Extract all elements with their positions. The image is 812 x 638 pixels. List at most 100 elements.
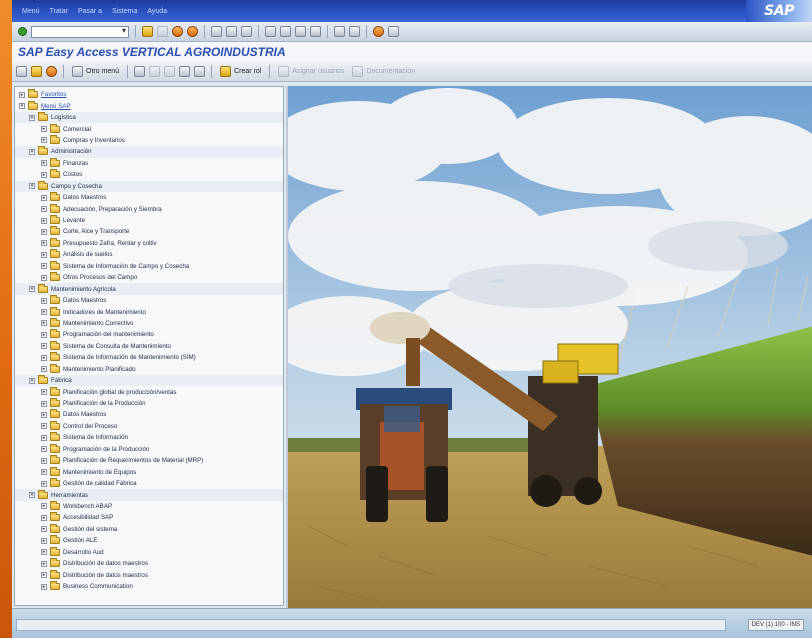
new-session-icon[interactable] — [334, 26, 345, 37]
tree-node-item[interactable]: ▸ Levante — [15, 215, 283, 226]
tree-node-item[interactable]: ▸ Planificación global de producción/vent… — [15, 386, 283, 397]
expand-toggle-icon[interactable]: ▸ — [41, 240, 47, 247]
tree-node-item[interactable]: ▸ Sistema de Información de Campo y Cosec… — [15, 260, 283, 272]
tree-node-item[interactable]: ▸ Distribución de datos maestros — [15, 569, 283, 580]
tree-node-item[interactable]: ▸ Datos Maestros — [15, 295, 283, 306]
expand-toggle-icon[interactable]: ▸ — [41, 217, 47, 224]
tree-node-label[interactable]: Desarrollo Aud — [63, 549, 104, 556]
tree-node-section[interactable]: ▾ Mantenimiento Agrícola — [15, 283, 283, 295]
expand-toggle-icon[interactable]: ▸ — [41, 549, 47, 556]
expand-toggle-icon[interactable]: ▾ — [29, 286, 35, 293]
tree-node-label[interactable]: Análisis de suelos — [63, 251, 113, 258]
expand-toggle-icon[interactable]: ▸ — [41, 480, 47, 487]
expand-toggle-icon[interactable]: ▾ — [29, 148, 35, 155]
tree-node-label[interactable]: Gestión de calidad Fábrica — [63, 480, 137, 487]
tree-node-label[interactable]: Levante — [63, 217, 85, 224]
tree-node-label[interactable]: Menú SAP — [41, 103, 71, 110]
expand-toggle-icon[interactable]: ▸ — [41, 457, 47, 464]
expand-toggle-icon[interactable]: ▸ — [41, 411, 47, 418]
tree-node-sap-menu[interactable]: ▾ Menú SAP — [15, 100, 283, 111]
tree-node-label[interactable]: Compras y Inventarios — [63, 137, 125, 144]
tree-node-label[interactable]: Campo y Cosecha — [51, 183, 102, 190]
last-page-icon[interactable] — [310, 26, 321, 37]
tree-node-label[interactable]: Fábrica — [51, 377, 72, 384]
tree-node-label[interactable]: Gestión ALE — [63, 537, 97, 544]
tree-node-label[interactable]: Adecuación, Preparación y Siembra — [63, 206, 162, 213]
layout-menu-icon[interactable] — [388, 26, 399, 37]
expand-toggle-icon[interactable]: ▸ — [41, 320, 47, 327]
save-icon[interactable] — [142, 26, 153, 37]
change-favorite-icon[interactable] — [164, 66, 176, 77]
first-page-icon[interactable] — [265, 26, 276, 37]
tree-node-label[interactable]: Business Communication — [63, 583, 133, 590]
help-icon[interactable] — [373, 26, 384, 37]
menu-item-help[interactable]: Ayuda — [147, 8, 167, 15]
menu-item-edit[interactable]: Tratar — [50, 8, 68, 15]
back-icon[interactable] — [157, 26, 168, 37]
tree-node-label[interactable]: Planificación de la Producción — [63, 400, 146, 407]
tree-node-item[interactable]: ▸ Business Communication — [15, 581, 283, 592]
tree-node-item[interactable]: ▸ Finanzas — [15, 157, 283, 169]
expand-toggle-icon[interactable]: ▸ — [41, 354, 47, 361]
menu-item-goto[interactable]: Pasar a — [78, 8, 102, 15]
tree-node-label[interactable]: Planificación de Requerimientos de Mater… — [63, 457, 203, 464]
expand-toggle-icon[interactable]: ▸ — [41, 446, 47, 453]
expand-toggle-icon[interactable]: ▸ — [41, 343, 47, 350]
expand-toggle-icon[interactable]: ▸ — [41, 160, 47, 167]
expand-toggle-icon[interactable]: ▸ — [41, 126, 47, 133]
documentation-button[interactable]: Documentación — [350, 66, 417, 77]
expand-toggle-icon[interactable]: ▸ — [41, 537, 47, 544]
expand-toggle-icon[interactable]: ▸ — [41, 194, 47, 201]
favorites-icon[interactable] — [16, 66, 27, 77]
tree-node-label[interactable]: Presupuesto Zafra, Rentar y cultiv — [63, 240, 157, 247]
menu-item-system[interactable]: Sistema — [112, 8, 137, 15]
expand-toggle-icon[interactable]: ▸ — [41, 434, 47, 441]
tree-node-item[interactable]: ▸ Workbench ABAP — [15, 500, 283, 512]
expand-toggle-icon[interactable]: ▸ — [41, 400, 47, 407]
tree-node-item[interactable]: ▸ Datos Maestros — [15, 409, 283, 420]
tree-node-item[interactable]: ▸ Mantenimiento Planificado — [15, 363, 283, 375]
tree-node-label[interactable]: Programación de la Producción — [63, 446, 149, 453]
move-down-icon[interactable] — [179, 66, 191, 77]
expand-toggle-icon[interactable]: ▾ — [29, 492, 35, 499]
expand-toggle-icon[interactable]: ▸ — [41, 583, 47, 590]
tree-node-item[interactable]: ▸ Comercial — [15, 123, 283, 134]
prev-page-icon[interactable] — [280, 26, 291, 37]
move-up-icon[interactable] — [194, 66, 206, 77]
tree-node-label[interactable]: Distribución de datos maestros — [63, 560, 148, 567]
expand-toggle-icon[interactable]: ▸ — [41, 560, 47, 567]
tree-node-item[interactable]: ▸ Sistema de Consulta de Mantenimiento — [15, 340, 283, 352]
tree-node-label[interactable]: Programación del mantenimiento — [63, 331, 154, 338]
expand-toggle-icon[interactable]: ▾ — [29, 183, 35, 190]
delete-favorite-icon[interactable] — [149, 66, 161, 77]
tree-node-section[interactable]: ▾ Logística — [15, 111, 283, 124]
tree-node-item[interactable]: ▸ Control del Proceso — [15, 420, 283, 432]
cancel-icon[interactable] — [187, 26, 198, 37]
tree-node-section[interactable]: ▾ Fábrica — [15, 374, 283, 387]
expand-toggle-icon[interactable]: ▸ — [41, 366, 47, 373]
tree-node-label[interactable]: Planificación global de producción/venta… — [63, 389, 177, 396]
tree-node-item[interactable]: ▸ Sistema de Información — [15, 432, 283, 443]
tree-node-item[interactable]: ▸ Gestión de calidad Fábrica — [15, 478, 283, 489]
tree-node-label[interactable]: Otros Procesos del Campo — [63, 274, 137, 281]
tree-node-label[interactable]: Sistema de Información de Mantenimiento … — [63, 354, 196, 361]
tree-node-item[interactable]: ▸ Presupuesto Zafra, Rentar y cultiv — [15, 237, 283, 249]
tree-node-label[interactable]: Favoritos — [41, 91, 66, 98]
tree-node-item[interactable]: ▸ Accesibilidad SAP — [15, 512, 283, 523]
expand-toggle-icon[interactable]: ▾ — [19, 103, 25, 110]
expand-toggle-icon[interactable]: ▸ — [41, 572, 47, 579]
tree-node-label[interactable]: Administración — [51, 148, 92, 155]
tree-node-label[interactable]: Control del Proceso — [63, 423, 117, 430]
expand-toggle-icon[interactable]: ▸ — [41, 137, 47, 144]
tree-node-item[interactable]: ▸ Otros Procesos del Campo — [15, 272, 283, 283]
status-message-field[interactable] — [16, 619, 726, 631]
tree-node-label[interactable]: Distribución de datos maestros — [63, 572, 148, 579]
tree-node-item[interactable]: ▸ Planificación de la Producción — [15, 398, 283, 409]
tree-node-item[interactable]: ▸ Programación del mantenimiento — [15, 329, 283, 340]
expand-toggle-icon[interactable]: ▸ — [41, 526, 47, 533]
find-icon[interactable] — [226, 26, 237, 37]
expand-toggle-icon[interactable]: ▸ — [41, 251, 47, 258]
tree-node-item[interactable]: ▸ Programación de la Producción — [15, 443, 283, 455]
exit-icon[interactable] — [172, 26, 183, 37]
tree-node-label[interactable]: Datos Maestros — [63, 411, 106, 418]
